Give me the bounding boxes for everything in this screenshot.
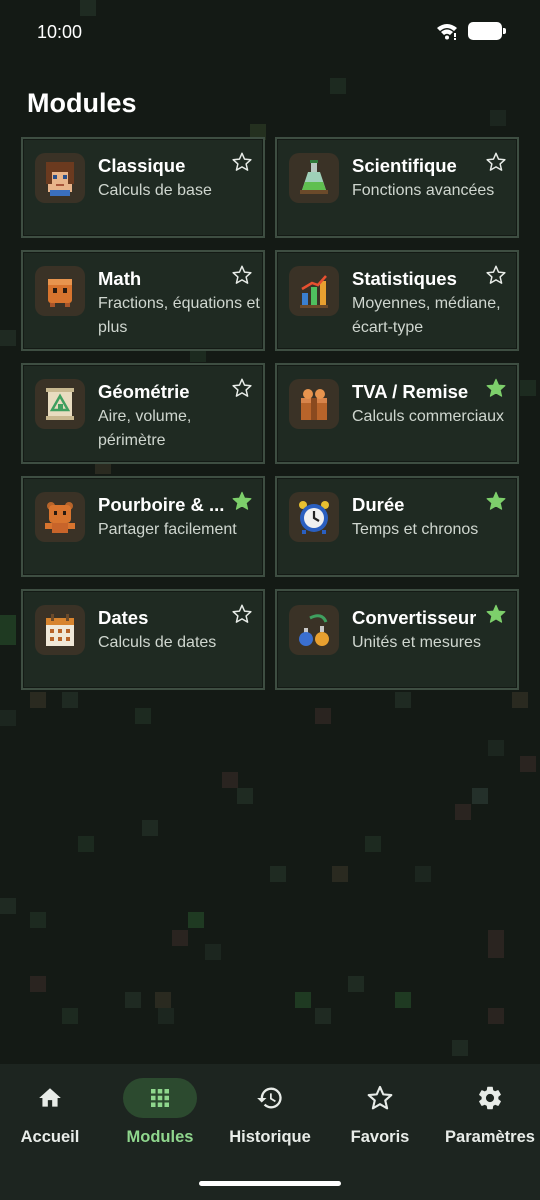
module-card-scientifique[interactable]: Scientifique Fonctions avancées (275, 137, 519, 238)
nav-item-modules[interactable]: Modules (105, 1078, 215, 1147)
module-subtitle: Partager facilement (98, 521, 237, 538)
star-filled-icon[interactable] (231, 490, 253, 512)
star-outline-icon[interactable] (485, 264, 507, 286)
nav-label: Favoris (350, 1128, 410, 1146)
module-subtitle: Fractions, équations et plus (98, 295, 260, 336)
module-card-convertisseur[interactable]: Convertisseur Unités et mesures (275, 589, 519, 690)
module-subtitle: Calculs commerciaux (352, 408, 505, 425)
home-icon (13, 1078, 87, 1118)
module-subtitle: Calculs de base (98, 182, 212, 199)
module-card-pourboire[interactable]: Pourboire & ... Partager facilement (21, 476, 265, 577)
nav-label: Historique (229, 1128, 311, 1146)
nav-label: Modules (126, 1128, 194, 1146)
nav-item-favoris[interactable]: Favoris (325, 1078, 435, 1147)
module-title: Convertisseur (352, 607, 477, 628)
module-title: Géométrie (98, 381, 190, 402)
star-filled-icon[interactable] (485, 490, 507, 512)
module-subtitle: Temps et chronos (352, 521, 479, 538)
module-title: Durée (352, 494, 405, 515)
module-card-tva-remise[interactable]: TVA / Remise Calculs commerciaux (275, 363, 519, 464)
modules-grid: Classique Calculs de base Scientifique F… (21, 137, 519, 690)
module-subtitle: Fonctions avancées (352, 182, 495, 199)
module-title: Math (98, 268, 142, 289)
box-icon (289, 379, 339, 429)
status-time: 10:00 (37, 22, 83, 42)
history-icon (233, 1078, 307, 1118)
bar-chart-icon (289, 266, 339, 316)
module-card-duree[interactable]: Durée Temps et chronos (275, 476, 519, 577)
module-subtitle: Aire, volume, périmètre (98, 408, 192, 449)
module-subtitle: Unités et mesures (352, 634, 481, 651)
star-outline-icon[interactable] (485, 151, 507, 173)
module-subtitle: Moyennes, médiane, écart-type (352, 295, 501, 336)
module-card-geometrie[interactable]: Géométrie Aire, volume, périmètre (21, 363, 265, 464)
wifi-icon (436, 22, 458, 40)
home-indicator[interactable] (199, 1181, 341, 1186)
star-outline-icon[interactable] (231, 264, 253, 286)
gear-icon (453, 1078, 527, 1118)
star-icon (343, 1078, 417, 1118)
star-outline-icon[interactable] (231, 377, 253, 399)
module-title: Pourboire & ... (98, 494, 225, 515)
status-bar: 10:00 (0, 0, 540, 64)
nav-item-accueil[interactable]: Accueil (0, 1078, 105, 1147)
module-card-statistiques[interactable]: Statistiques Moyennes, médiane, écart-ty… (275, 250, 519, 351)
module-card-dates[interactable]: Dates Calculs de dates (21, 589, 265, 690)
flask-icon (289, 153, 339, 203)
face-icon (35, 153, 85, 203)
star-outline-icon[interactable] (231, 603, 253, 625)
cube-creature-icon (35, 266, 85, 316)
nav-label: Accueil (20, 1128, 80, 1146)
calendar-icon (35, 605, 85, 655)
potions-icon (289, 605, 339, 655)
module-title: Statistiques (352, 268, 457, 289)
module-title: Dates (98, 607, 149, 628)
battery-icon (468, 22, 506, 40)
bottom-navigation: Accueil Modules Historique Favoris Param… (0, 1064, 540, 1200)
alarm-clock-icon (289, 492, 339, 542)
nav-item-parametres[interactable]: Paramètres (435, 1078, 540, 1147)
module-card-math[interactable]: Math Fractions, équations et plus (21, 250, 265, 351)
nav-label: Paramètres (445, 1128, 535, 1146)
star-filled-icon[interactable] (485, 377, 507, 399)
module-card-classique[interactable]: Classique Calculs de base (21, 137, 265, 238)
grid-icon (123, 1078, 197, 1118)
bear-icon (35, 492, 85, 542)
scroll-map-icon (35, 379, 85, 429)
module-title: Classique (98, 155, 186, 176)
module-subtitle: Calculs de dates (98, 634, 217, 651)
nav-item-historique[interactable]: Historique (215, 1078, 325, 1147)
module-title: Scientifique (352, 155, 457, 176)
star-filled-icon[interactable] (485, 603, 507, 625)
status-icons (436, 22, 506, 40)
page-title: Modules (27, 88, 137, 118)
star-outline-icon[interactable] (231, 151, 253, 173)
module-title: TVA / Remise (352, 381, 469, 402)
